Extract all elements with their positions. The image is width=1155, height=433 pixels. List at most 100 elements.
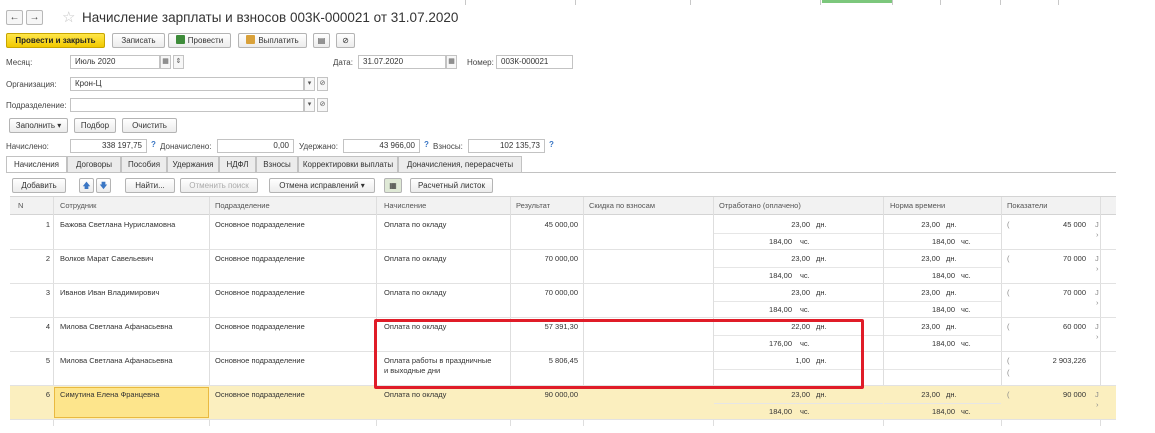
result-value: 70 000,00 xyxy=(544,254,578,263)
tab-additional-accruals[interactable]: Доначисления, перерасчеты xyxy=(398,156,522,172)
column-header-discount[interactable]: Скидка по взносам xyxy=(589,201,655,210)
norm-hours: 184,00 xyxy=(932,407,955,416)
fill-button[interactable]: Заполнить ▾ xyxy=(9,118,68,133)
norm-days-unit: дн. xyxy=(946,322,957,331)
column-header-indicators[interactable]: Показатели xyxy=(1007,201,1047,210)
indicator-suffix: J xyxy=(1095,220,1099,229)
number-field[interactable]: 003К-000021 xyxy=(496,55,573,69)
indicator-prefix: ( xyxy=(1007,390,1010,399)
row-number: 5 xyxy=(45,356,50,365)
calendar-icon[interactable]: ▦ xyxy=(160,55,171,69)
tab-ndfl[interactable]: НДФЛ xyxy=(219,156,256,172)
help-icon[interactable]: ? xyxy=(549,140,554,149)
cancel-search-button[interactable]: Отменить поиск xyxy=(180,178,258,193)
contributions-value: 102 135,73 xyxy=(468,139,545,153)
indicator-suffix: J xyxy=(1095,254,1099,263)
table-row[interactable]: 3 Иванов Иван Владимирович Основное подраз… xyxy=(10,284,1116,318)
organization-open-icon[interactable]: ⊘ xyxy=(317,77,328,91)
norm-hours-unit: чс. xyxy=(961,339,971,348)
post-and-close-button[interactable]: Провести и закрыть xyxy=(6,33,105,48)
table-row[interactable]: 2 Волков Марат Савельевич Основное подразд… xyxy=(10,250,1116,284)
row-number: 6 xyxy=(45,390,50,399)
tab-divider xyxy=(6,172,1116,173)
column-header-norm[interactable]: Норма времени xyxy=(890,201,945,210)
select-button[interactable]: Подбор xyxy=(74,118,116,133)
move-down-icon[interactable]: 🡇 xyxy=(96,178,111,193)
row-number: 1 xyxy=(45,220,50,229)
employee-name: Милова Светлана Афанасьевна xyxy=(60,356,173,365)
column-header-employee[interactable]: Сотрудник xyxy=(60,201,96,210)
norm-days-unit: дн. xyxy=(946,220,957,229)
organization-dropdown-icon[interactable]: ▾ xyxy=(304,77,315,91)
column-header-n[interactable]: N xyxy=(18,201,23,210)
column-header-worked[interactable]: Отработано (оплачено) xyxy=(719,201,801,210)
accrual-type: Оплата по окладу xyxy=(384,220,447,229)
fill-button-label: Заполнить xyxy=(15,121,56,130)
favorite-star-icon[interactable]: ☆ xyxy=(62,8,75,26)
column-header-accrual[interactable]: Начисление xyxy=(384,201,426,210)
table-header: N Сотрудник Подразделение Начисление Рез… xyxy=(10,197,1116,215)
table-row[interactable]: 6 Симутина Елена Францевна Основное подраз… xyxy=(10,386,1116,420)
attachment-icon[interactable]: ⊘ xyxy=(336,33,355,48)
result-value: 70 000,00 xyxy=(544,288,578,297)
employee-name: Милова Светлана Афанасьевна xyxy=(60,322,173,331)
column-header-department[interactable]: Подразделение xyxy=(215,201,270,210)
tab-contracts[interactable]: Договоры xyxy=(67,156,121,172)
worked-days-unit: дн. xyxy=(816,390,827,399)
help-icon[interactable]: ? xyxy=(151,140,156,149)
post-button[interactable]: Провести xyxy=(168,33,231,48)
pay-button-label: Выплатить xyxy=(258,36,299,45)
department-label: Подразделение: xyxy=(6,101,67,110)
organization-field[interactable]: Крон-Ц xyxy=(70,77,304,91)
tab-deductions[interactable]: Удержания xyxy=(167,156,219,172)
date-calendar-icon[interactable]: ▦ xyxy=(446,55,457,69)
month-stepper-icon[interactable]: ⇕ xyxy=(173,55,184,69)
find-button[interactable]: Найти... xyxy=(125,178,175,193)
payslip-button[interactable]: Расчетный листок xyxy=(410,178,493,193)
chevron-down-icon: ▾ xyxy=(57,121,62,130)
indicator-prefix: ( xyxy=(1007,356,1010,365)
report-icon[interactable]: ▤ xyxy=(313,33,330,48)
norm-days: 23,00 xyxy=(921,322,940,331)
clear-button[interactable]: Очистить xyxy=(122,118,177,133)
norm-hours: 184,00 xyxy=(932,339,955,348)
save-button[interactable]: Записать xyxy=(112,33,165,48)
tab-accruals[interactable]: Начисления xyxy=(6,156,67,173)
forward-arrow-icon[interactable]: → xyxy=(26,10,43,25)
department-name: Основное подразделение xyxy=(215,356,305,365)
cancel-corrections-label: Отмена исправлений xyxy=(279,181,359,190)
move-up-icon[interactable]: 🡅 xyxy=(79,178,94,193)
post-button-label: Провести xyxy=(187,36,224,45)
tab-payment-corrections[interactable]: Корректировки выплаты xyxy=(298,156,398,172)
date-field[interactable]: 31.07.2020 xyxy=(358,55,446,69)
worked-hours: 184,00 xyxy=(769,407,792,416)
add-button[interactable]: Добавить xyxy=(12,178,66,193)
employee-name: Волков Марат Савельевич xyxy=(60,254,154,263)
department-dropdown-icon[interactable]: ▾ xyxy=(304,98,315,112)
page-title: Начисление зарплаты и взносов 003К-00002… xyxy=(82,10,459,25)
norm-days-unit: дн. xyxy=(946,254,957,263)
highlight-box xyxy=(374,319,864,389)
contributions-label: Взносы: xyxy=(433,142,463,151)
department-field[interactable] xyxy=(70,98,304,112)
norm-days: 23,00 xyxy=(921,220,940,229)
back-arrow-icon[interactable]: ← xyxy=(6,10,23,25)
help-icon[interactable]: ? xyxy=(424,140,429,149)
department-name: Основное подразделение xyxy=(215,322,305,331)
pay-icon xyxy=(246,35,256,44)
table-row[interactable]: 1 Бажова Светлана Нурисламовна Основное по… xyxy=(10,216,1116,250)
indicator-prefix: ( xyxy=(1007,220,1010,229)
month-field[interactable]: Июль 2020 xyxy=(70,55,160,69)
column-header-result[interactable]: Результат xyxy=(516,201,550,210)
worked-days: 23,00 xyxy=(791,220,810,229)
department-open-icon[interactable]: ⊘ xyxy=(317,98,328,112)
cancel-corrections-button[interactable]: Отмена исправлений ▾ xyxy=(269,178,375,193)
month-label: Месяц: xyxy=(6,58,33,67)
tab-benefits[interactable]: Пособия xyxy=(121,156,167,172)
indicator-suffix-2: › xyxy=(1096,230,1099,239)
tab-contributions[interactable]: Взносы xyxy=(256,156,298,172)
pay-button[interactable]: Выплатить xyxy=(238,33,307,48)
title-bar: ← → ☆ Начисление зарплаты и взносов 003К… xyxy=(6,9,1116,29)
employee-name: Иванов Иван Владимирович xyxy=(60,288,160,297)
toggle-view-icon[interactable]: ▦ xyxy=(384,178,402,193)
